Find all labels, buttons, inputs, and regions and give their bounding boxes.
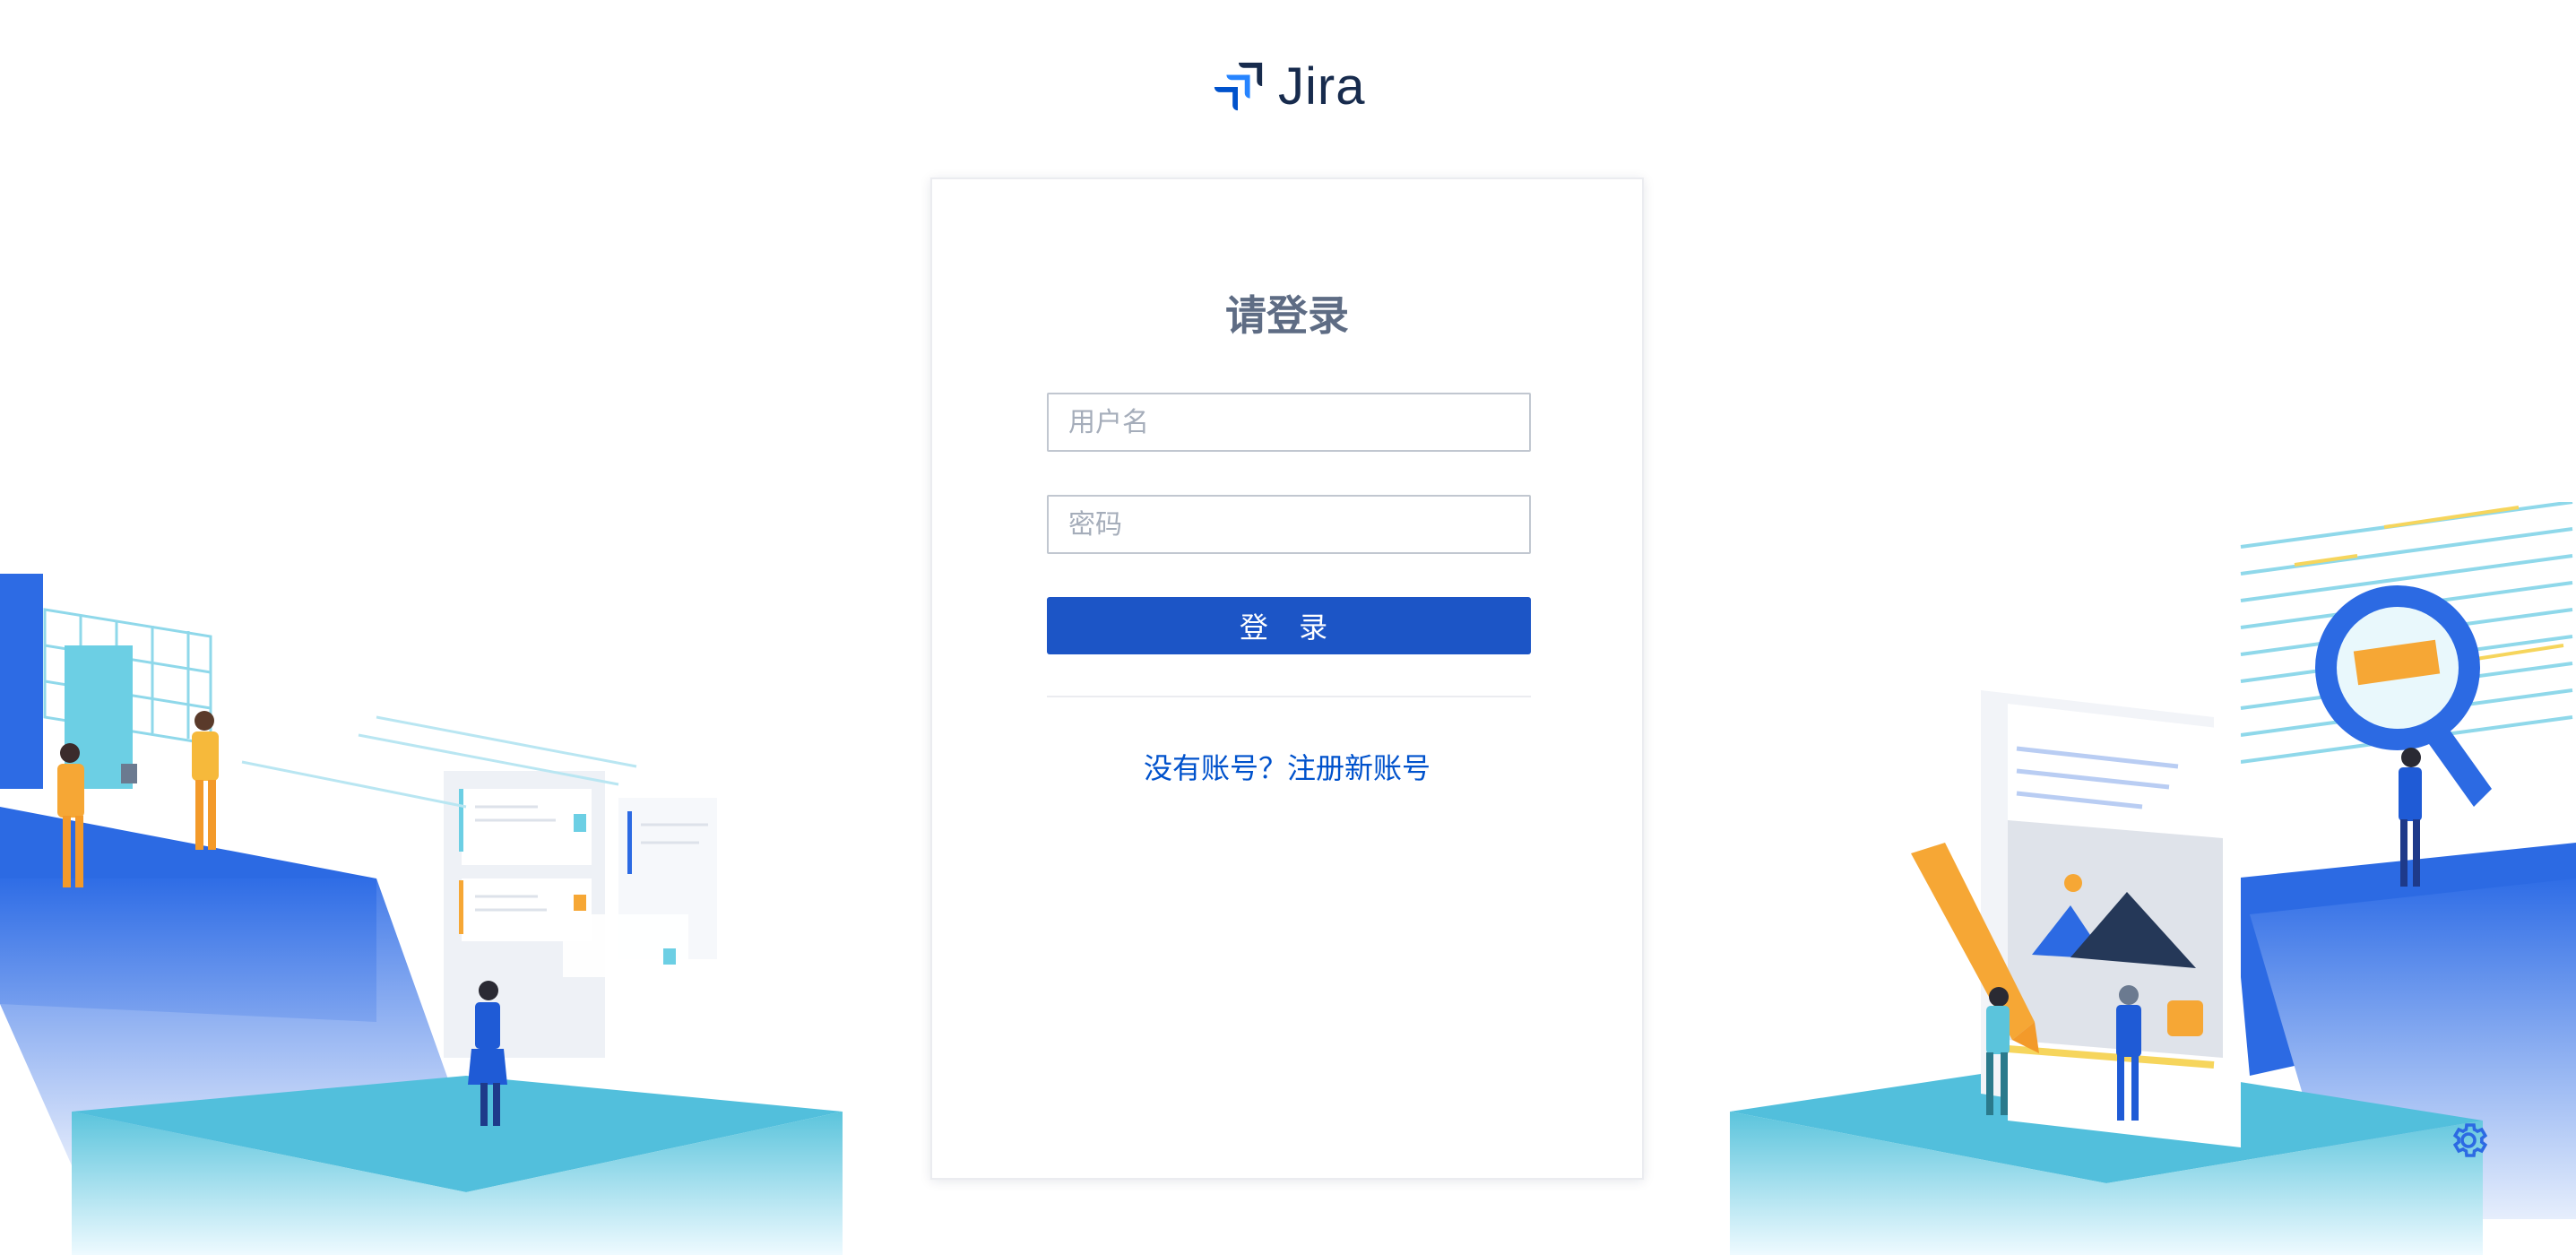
password-input[interactable]	[1047, 495, 1531, 554]
jira-logo: Jira	[1210, 56, 1365, 118]
left-illustration	[0, 574, 843, 1255]
signup-link[interactable]: 没有账号？注册新账号	[932, 746, 1642, 787]
gear-icon[interactable]	[2447, 1119, 2490, 1162]
login-button[interactable]: 登 录	[1047, 597, 1531, 654]
username-input[interactable]	[1047, 393, 1531, 452]
login-card: 请登录 登 录 没有账号？注册新账号	[930, 177, 1644, 1180]
login-title: 请登录	[1225, 291, 1349, 340]
brand-name: Jira	[1278, 57, 1366, 116]
jira-logo-icon	[1214, 62, 1263, 111]
divider	[1047, 696, 1531, 697]
